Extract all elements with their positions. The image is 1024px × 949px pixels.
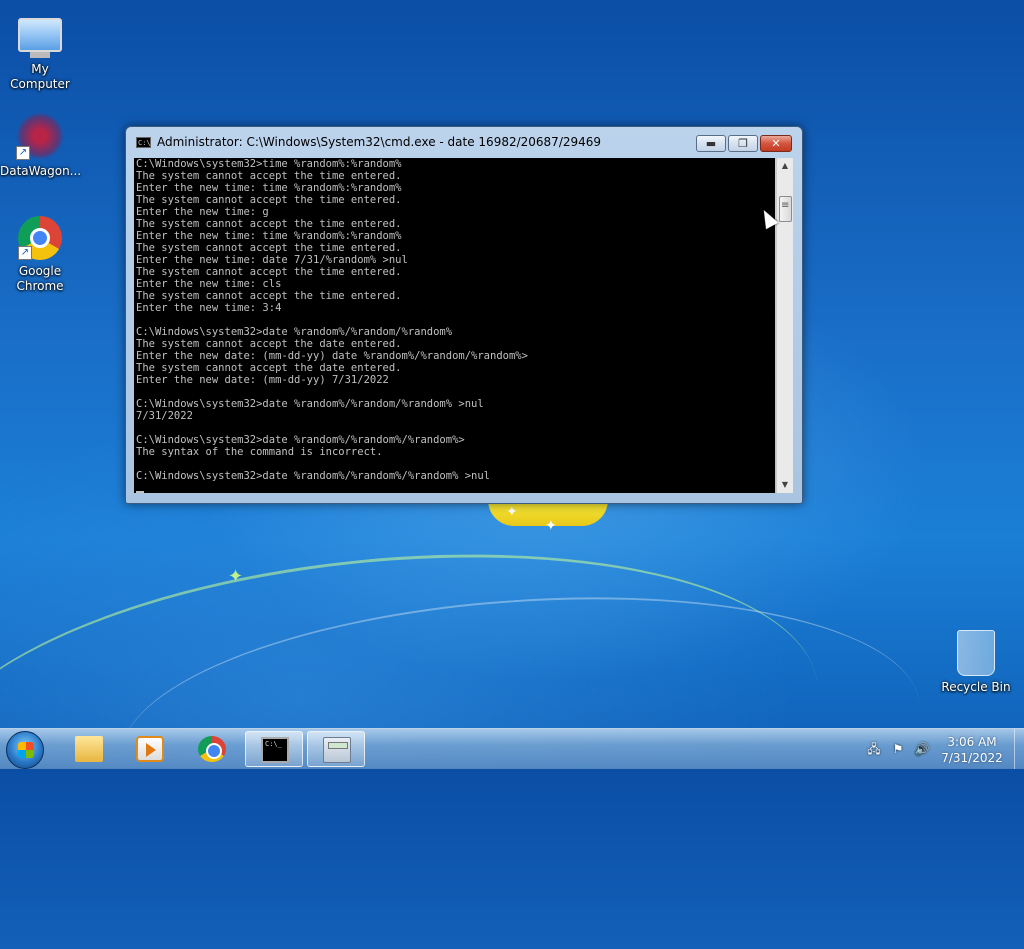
desktop-icon-google-chrome[interactable]: ↗ Google Chrome (0, 216, 80, 294)
clock-date: 7/31/2022 (941, 751, 1003, 765)
desktop-icon-label: DataWagon... (0, 164, 82, 178)
console-line: C:\Windows\system32>date %random%/%rando… (136, 326, 453, 338)
console-line: The system cannot accept the time entere… (136, 242, 402, 254)
calculator-icon (323, 737, 351, 763)
console-line: Enter the new date: (mm-dd-yy) date %ran… (136, 350, 528, 362)
maximize-button[interactable]: ❐ (728, 135, 758, 152)
chrome-icon (198, 736, 226, 762)
console-line: The system cannot accept the date entere… (136, 362, 402, 374)
shortcut-arrow-icon: ↗ (16, 146, 30, 160)
taskbar-button-file-explorer[interactable] (60, 731, 118, 767)
console-line: The system cannot accept the time entere… (136, 218, 402, 230)
console-line: 7/31/2022 (136, 410, 193, 422)
system-clock[interactable]: 3:06 AM 7/31/2022 (932, 734, 1012, 766)
console-line: The syntax of the command is incorrect. (136, 446, 383, 458)
console-line: The system cannot accept the time entere… (136, 290, 402, 302)
console-line: Enter the new time: time %random%:%rando… (136, 182, 402, 194)
show-desktop-button[interactable] (1014, 729, 1024, 769)
windows-start-icon[interactable] (6, 731, 44, 769)
vertical-scrollbar[interactable]: ▲ ▼ (776, 158, 793, 493)
taskbar-button-command-prompt[interactable]: C:\_ (245, 731, 303, 767)
console-lines: C:\Windows\system32>time %random%:%rando… (134, 158, 775, 482)
taskbar-button-media-player[interactable] (121, 731, 179, 767)
desktop-icon-label: Recycle Bin (941, 680, 1011, 694)
media-player-icon (136, 736, 164, 762)
folder-icon (75, 736, 103, 762)
console-line: C:\Windows\system32>date %random%/%rando… (136, 434, 465, 446)
sparkle-icon: ✦ (545, 518, 557, 534)
desktop-icon-label: Google Chrome (16, 264, 64, 293)
desktop-icon-datawagon[interactable]: ↗ DataWagon... (0, 112, 82, 179)
computer-icon (18, 18, 62, 58)
sparkle-icon: ✦ (228, 566, 244, 587)
console-line: The system cannot accept the date entere… (136, 338, 402, 350)
close-button[interactable]: ✕ (760, 135, 792, 152)
desktop-icon-recycle-bin[interactable]: Recycle Bin (936, 630, 1016, 695)
action-center-flag-icon[interactable]: ⚑ (890, 741, 906, 757)
console-line: Enter the new date: (mm-dd-yy) 7/31/2022 (136, 374, 389, 386)
desktop-icon-my-computer[interactable]: My Computer (0, 10, 80, 92)
scroll-up-arrow-icon[interactable]: ▲ (777, 158, 793, 174)
console-line: The system cannot accept the time entere… (136, 170, 402, 182)
scroll-down-arrow-icon[interactable]: ▼ (777, 477, 793, 493)
cmd-icon: C:\_ (261, 737, 289, 763)
minimize-button[interactable]: ▬ (696, 135, 726, 152)
volume-icon[interactable]: 🔊 (914, 741, 930, 757)
desktop-icon-label: My Computer (10, 62, 70, 91)
console-line: The system cannot accept the time entere… (136, 266, 402, 278)
console-line: The system cannot accept the time entere… (136, 194, 402, 206)
recycle-bin-icon (957, 630, 995, 676)
datawagon-icon: ↗ (16, 112, 64, 160)
console-line: Enter the new time: cls (136, 278, 282, 290)
scrollbar-thumb[interactable] (779, 196, 792, 222)
taskbar: C:\_ 🖧 ⚑ 🔊 3:06 AM 7/31/2022 (0, 728, 1024, 769)
taskbar-button-calculator[interactable] (307, 731, 365, 767)
console-line: C:\Windows\system32>time %random%:%rando… (136, 158, 402, 170)
console-line: Enter the new time: 3:4 (136, 302, 282, 314)
window-title: Administrator: C:\Windows\System32\cmd.e… (157, 135, 602, 149)
console-line: Enter the new time: time %random%:%rando… (136, 230, 402, 242)
console-line: Enter the new time: date 7/31/%random% >… (136, 254, 408, 266)
cmd-window[interactable]: C:\ Administrator: C:\Windows\System32\c… (125, 126, 803, 504)
sparkle-icon: ✦ (506, 504, 518, 520)
taskbar-button-google-chrome[interactable] (183, 731, 241, 767)
text-cursor (136, 491, 144, 493)
console-line: C:\Windows\system32>date %random%/%rando… (136, 398, 484, 410)
chrome-icon: ↗ (18, 216, 62, 260)
window-titlebar[interactable]: C:\ Administrator: C:\Windows\System32\c… (126, 127, 802, 157)
shortcut-arrow-icon: ↗ (18, 246, 32, 260)
console-line: Enter the new time: g (136, 206, 269, 218)
console-line: C:\Windows\system32>date %random%/%rando… (136, 470, 491, 482)
clock-time: 3:06 AM (947, 735, 997, 749)
network-icon[interactable]: 🖧 (866, 741, 882, 757)
console-output[interactable]: C:\Windows\system32>time %random%:%rando… (134, 158, 775, 493)
cmd-icon: C:\ (136, 137, 151, 148)
